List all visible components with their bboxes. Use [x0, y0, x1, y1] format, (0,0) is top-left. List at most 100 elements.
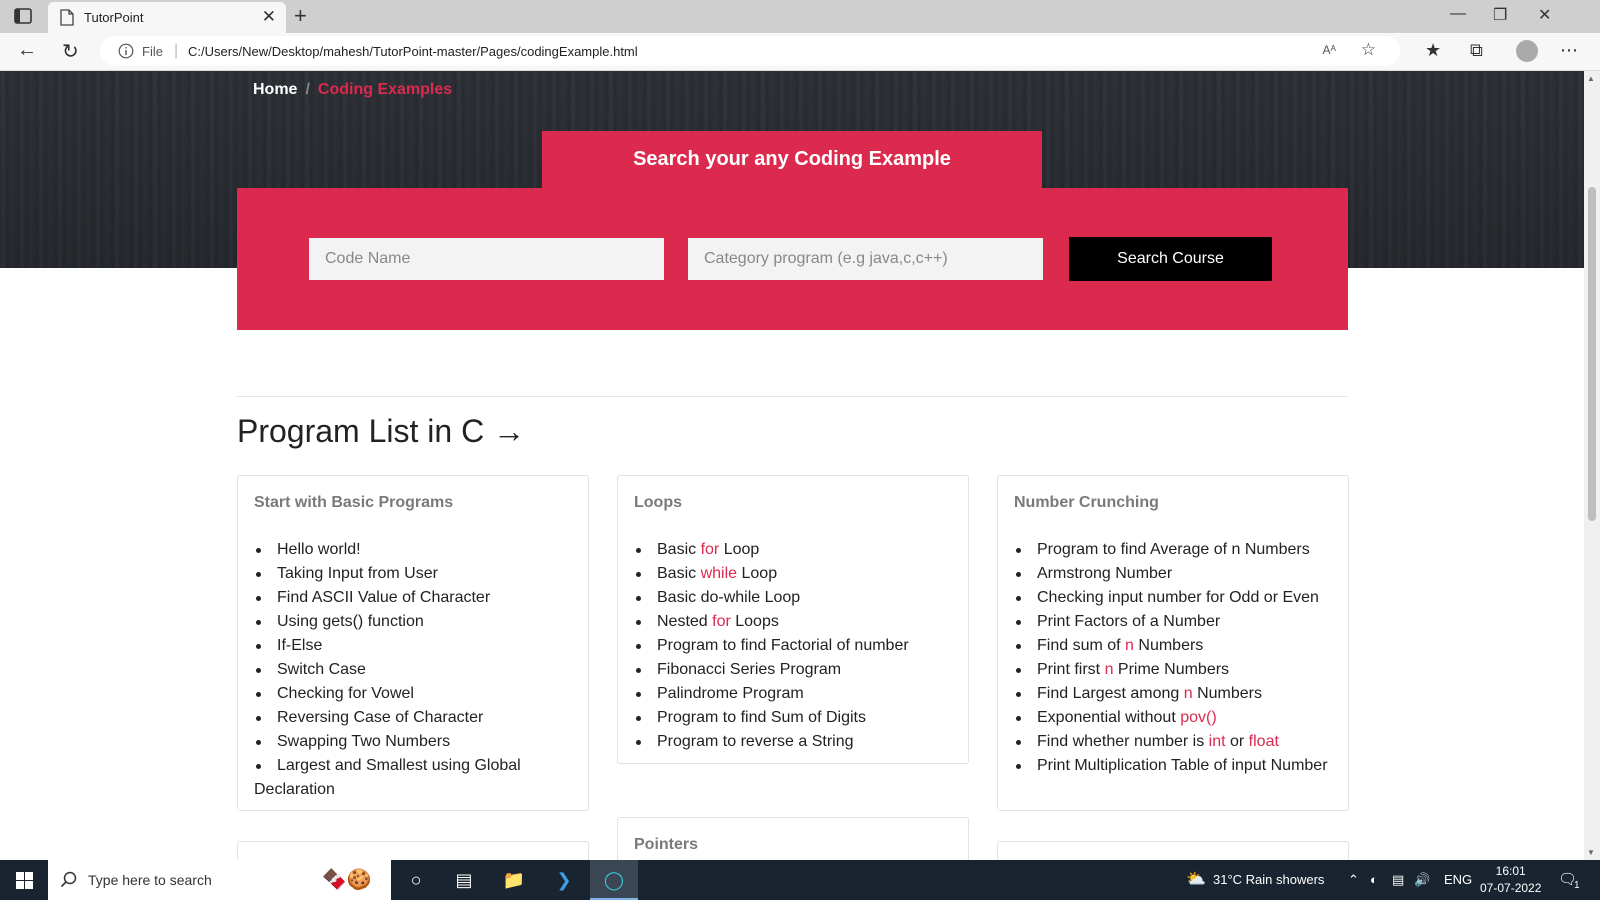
list-item[interactable]: Taking Input from User	[254, 562, 576, 586]
list-item[interactable]: Print Factors of a Number	[1014, 610, 1336, 634]
search-course-button[interactable]: Search Course	[1069, 237, 1272, 281]
list-item[interactable]: Exponential without pov()	[1014, 706, 1336, 730]
list-item[interactable]: Fibonacci Series Program	[634, 658, 956, 682]
scrollbar-thumb[interactable]	[1588, 187, 1596, 521]
taskbar-search-box[interactable]: Type here to search 🍫🍪	[48, 860, 391, 900]
info-icon[interactable]	[118, 43, 134, 59]
more-menu-icon[interactable]: ⋯	[1560, 40, 1578, 61]
list-item[interactable]: Checking input number for Odd or Even	[1014, 586, 1336, 610]
item-text: Find whether number is	[1037, 733, 1209, 750]
keyword: int	[1208, 733, 1226, 750]
back-arrow-icon[interactable]: ←	[17, 39, 37, 62]
breadcrumb-current: Coding Examples	[317, 81, 453, 98]
address-bar[interactable]: File | C:/Users/New/Desktop/mahesh/Tutor…	[100, 36, 1400, 66]
clock-time: 16:01	[1495, 864, 1526, 878]
list-item[interactable]: Find whether number is int or float	[1014, 730, 1336, 754]
refresh-icon[interactable]: ↻	[62, 39, 79, 64]
url-text[interactable]: C:/Users/New/Desktop/mahesh/TutorPoint-m…	[188, 44, 638, 59]
close-window-icon[interactable]: ✕	[1538, 5, 1551, 25]
search-icon	[60, 871, 77, 888]
item-text: Loop	[737, 565, 778, 582]
restore-icon[interactable]: ❐	[1493, 5, 1507, 25]
item-text: Basic do-while Loop	[657, 589, 801, 606]
keyword: pov()	[1180, 709, 1217, 726]
keyword: n	[1125, 637, 1134, 654]
breadcrumb-home-link[interactable]: Home	[253, 81, 297, 98]
item-text: Fibonacci Series Program	[657, 661, 842, 678]
close-tab-icon[interactable]: ✕	[262, 7, 276, 27]
search-title: Search your any Coding Example	[542, 131, 1042, 188]
item-text: Armstrong Number	[1037, 565, 1173, 582]
address-separator: |	[174, 42, 179, 59]
list-item[interactable]: Armstrong Number	[1014, 562, 1336, 586]
item-text: Prime Numbers	[1113, 661, 1230, 678]
list-item[interactable]: Print Multiplication Table of input Numb…	[1014, 754, 1336, 778]
card-title: Start with Basic Programs	[254, 494, 454, 511]
item-text: Find sum of	[1037, 637, 1126, 654]
list-item[interactable]: Program to find Factorial of number	[634, 634, 956, 658]
list-item[interactable]: Using gets() function	[254, 610, 576, 634]
card-partial-right	[997, 841, 1349, 860]
list-item[interactable]: Program to find Sum of Digits	[634, 706, 956, 730]
breadcrumb: Home / Coding Examples	[253, 81, 452, 99]
profile-avatar[interactable]	[1516, 40, 1538, 62]
task-view-icon[interactable]: ▤	[440, 860, 488, 900]
item-text: Numbers	[1133, 637, 1204, 654]
weather-icon[interactable]: ⛅	[1186, 869, 1206, 889]
list-item[interactable]: If-Else	[254, 634, 576, 658]
list-item[interactable]: Hello world!	[254, 538, 576, 562]
list-item[interactable]: Largest and Smallest using Global Declar…	[254, 754, 576, 802]
tray-chevron-icon[interactable]: ⌃	[1348, 872, 1359, 888]
keyword: for	[700, 541, 720, 558]
card-partial-left	[237, 841, 589, 860]
edge-browser-icon[interactable]: ◯	[590, 860, 638, 900]
list-item[interactable]: Checking for Vowel	[254, 682, 576, 706]
new-tab-button[interactable]: +	[294, 3, 307, 29]
list-item[interactable]: Basic while Loop	[634, 562, 956, 586]
list-item[interactable]: Find sum of n Numbers	[1014, 634, 1336, 658]
meet-icon[interactable]: ◐	[1370, 872, 1378, 887]
list-item[interactable]: Palindrome Program	[634, 682, 956, 706]
keyword: while	[700, 565, 738, 582]
card-pointers: Pointers	[617, 817, 969, 860]
code-name-input[interactable]	[309, 238, 664, 280]
list-item[interactable]: Print first n Prime Numbers	[1014, 658, 1336, 682]
web-page: Home / Coding Examples Search your any Cod…	[0, 71, 1584, 860]
file-explorer-icon[interactable]: 📁	[490, 860, 538, 900]
list-item[interactable]: Basic do-while Loop	[634, 586, 956, 610]
list-item[interactable]: Switch Case	[254, 658, 576, 682]
list-item[interactable]: Find ASCII Value of Character	[254, 586, 576, 610]
taskbar-clock[interactable]: 16:01 07-07-2022	[1480, 863, 1541, 897]
windows-start-icon[interactable]	[16, 872, 33, 889]
scroll-up-arrow-icon[interactable]: ▲	[1587, 74, 1595, 83]
list-item[interactable]: Nested for Loops	[634, 610, 956, 634]
cortana-icon[interactable]: ○	[392, 860, 440, 900]
tab-actions-icon[interactable]	[14, 8, 32, 24]
keyword: n	[1183, 685, 1193, 702]
browser-tab[interactable]: TutorPoint ✕	[48, 2, 286, 33]
list-item[interactable]: Reversing Case of Character	[254, 706, 576, 730]
volume-icon[interactable]: 🔊	[1414, 872, 1430, 888]
read-aloud-icon[interactable]: Aᴬ	[1323, 43, 1336, 57]
file-scheme-label: File	[142, 44, 163, 59]
list-item[interactable]: Find Largest among n Numbers	[1014, 682, 1336, 706]
language-indicator[interactable]: ENG	[1444, 872, 1472, 887]
category-input[interactable]	[688, 238, 1043, 280]
favorites-icon[interactable]: ★	[1425, 40, 1441, 61]
list-item[interactable]: Program to reverse a String	[634, 730, 956, 754]
item-text: Loop	[719, 541, 760, 558]
weather-text[interactable]: 31°C Rain showers	[1213, 872, 1324, 887]
list-item[interactable]: Program to find Average of n Numbers	[1014, 538, 1336, 562]
collections-icon[interactable]: ⧉	[1470, 40, 1483, 61]
item-text: Exponential without	[1037, 709, 1181, 726]
scroll-down-arrow-icon[interactable]: ▼	[1587, 848, 1595, 857]
minimize-icon[interactable]: —	[1450, 5, 1466, 23]
windows-taskbar: Type here to search 🍫🍪 ○ ▤ 📁 ❯ ◯ ⛅ 31°C …	[0, 860, 1600, 900]
vscode-icon[interactable]: ❯	[540, 860, 588, 900]
item-text: Nested	[657, 613, 713, 630]
list-item[interactable]: Basic for Loop	[634, 538, 956, 562]
network-icon[interactable]: ▤	[1392, 872, 1404, 888]
list-item[interactable]: Swapping Two Numbers	[254, 730, 576, 754]
add-favorite-icon[interactable]: ☆	[1361, 40, 1376, 60]
keyword: for	[712, 613, 731, 630]
